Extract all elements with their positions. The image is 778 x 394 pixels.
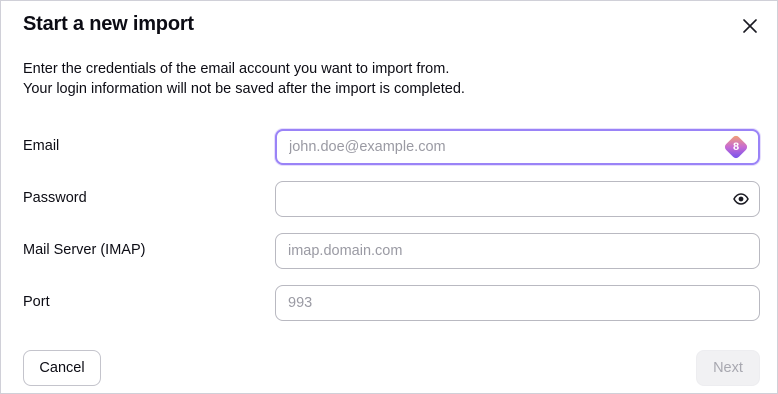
close-button[interactable]	[739, 15, 761, 37]
close-icon	[743, 19, 757, 33]
password-visibility-toggle[interactable]	[733, 193, 749, 205]
email-input[interactable]	[277, 131, 758, 163]
port-label: Port	[23, 294, 50, 310]
mail-server-label: Mail Server (IMAP)	[23, 242, 146, 258]
dialog-description: Enter the credentials of the email accou…	[23, 59, 465, 99]
port-field-container	[275, 285, 760, 321]
import-dialog: Start a new import Enter the credentials…	[0, 0, 778, 394]
eye-icon	[733, 193, 749, 205]
password-field-container	[275, 181, 760, 217]
next-button[interactable]: Next	[696, 350, 760, 386]
email-label: Email	[23, 138, 60, 154]
password-label: Password	[23, 190, 87, 206]
password-manager-badge-icon: 8	[723, 134, 749, 160]
dialog-title: Start a new import	[23, 13, 194, 35]
badge-count: 8	[732, 141, 740, 153]
description-line-1: Enter the credentials of the email accou…	[23, 61, 450, 77]
email-field-container: 8	[275, 129, 760, 165]
password-input[interactable]	[276, 182, 759, 216]
port-input[interactable]	[276, 286, 759, 320]
cancel-button[interactable]: Cancel	[23, 350, 101, 386]
mail-server-field-container	[275, 233, 760, 269]
description-line-2: Your login information will not be saved…	[23, 81, 465, 97]
mail-server-input[interactable]	[276, 234, 759, 268]
password-manager-badge[interactable]: 8	[723, 134, 749, 160]
